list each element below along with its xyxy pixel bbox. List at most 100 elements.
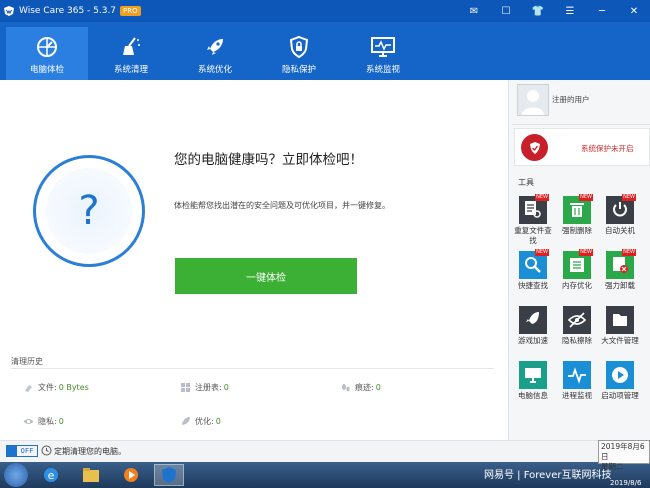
new-badge: NEW bbox=[535, 194, 549, 201]
tool-label: 重复文件查找 bbox=[514, 226, 552, 245]
history-optimize: 优化: 0 bbox=[179, 415, 221, 427]
app-logo-icon bbox=[4, 6, 14, 16]
tool-label: 游戏加速 bbox=[518, 336, 548, 345]
history-privacy: 隐私: 0 bbox=[22, 415, 64, 427]
new-badge: NEW bbox=[622, 249, 636, 256]
feedback-icon[interactable]: ☐ bbox=[490, 0, 522, 22]
avatar[interactable] bbox=[517, 84, 549, 116]
history-files: 文件: 0 Bytes bbox=[22, 381, 89, 393]
divider bbox=[512, 124, 650, 125]
footprint-icon bbox=[339, 381, 351, 393]
nav-label: 电脑体检 bbox=[29, 65, 64, 75]
pulse-icon bbox=[563, 361, 591, 389]
menu-icon[interactable]: ☰ bbox=[554, 0, 586, 22]
folder-icon bbox=[606, 306, 634, 334]
media-player-taskbar-icon[interactable] bbox=[116, 464, 146, 486]
ie-taskbar-icon[interactable]: e bbox=[36, 464, 66, 486]
tool-item[interactable]: NEW 强力卸载 bbox=[598, 249, 642, 291]
history-registry: 注册表: 0 bbox=[179, 381, 229, 393]
shield-icon bbox=[521, 134, 548, 161]
health-check-icon bbox=[37, 37, 57, 57]
tool-item[interactable]: NEW 重复文件查找 bbox=[511, 194, 555, 246]
nav-privacy-protect[interactable]: 隐私保护 bbox=[258, 27, 340, 78]
duplicate-file-icon: NEW bbox=[519, 194, 549, 224]
tool-item[interactable]: 启动项管理 bbox=[598, 361, 642, 401]
memory-icon: NEW bbox=[563, 249, 593, 279]
nav-label: 系统优化 bbox=[197, 65, 232, 75]
svg-text:e: e bbox=[48, 469, 55, 482]
tool-label: 自动关机 bbox=[605, 226, 635, 235]
window-title: Wise Care 365 - 5.3.7 bbox=[19, 6, 117, 16]
broom-icon bbox=[123, 37, 140, 55]
nav-system-monitor[interactable]: 系统监视 bbox=[342, 27, 424, 78]
question-mark: ? bbox=[78, 188, 100, 234]
power-icon: NEW bbox=[606, 194, 636, 224]
tool-label: 内存优化 bbox=[562, 281, 592, 290]
date-tooltip: 2019年8月6日 星期二 bbox=[598, 440, 650, 471]
search-icon: NEW bbox=[519, 249, 549, 279]
protection-status-text[interactable]: 系统保护未开启 bbox=[581, 143, 634, 154]
tool-label: 大文件管理 bbox=[601, 336, 639, 345]
game-boost-icon bbox=[519, 306, 547, 334]
wisecare-taskbar-icon[interactable] bbox=[154, 464, 184, 486]
nav-health-check[interactable]: 电脑体检 bbox=[6, 27, 88, 80]
trash-icon: NEW bbox=[563, 194, 593, 224]
toggle-knob bbox=[7, 446, 17, 456]
nav-label: 系统监视 bbox=[365, 65, 400, 75]
tool-item[interactable]: NEW 快捷查找 bbox=[511, 249, 555, 291]
close-icon[interactable]: ✕ bbox=[618, 0, 650, 22]
tool-item[interactable]: 大文件管理 bbox=[598, 306, 642, 346]
nav-system-optimize[interactable]: 系统优化 bbox=[174, 27, 256, 78]
minimize-icon[interactable]: ─ bbox=[586, 0, 618, 22]
tool-item[interactable]: 游戏加速 bbox=[511, 306, 555, 346]
page-headline: 您的电脑健康吗？立即体检吧！ bbox=[174, 152, 363, 168]
tool-item[interactable]: NEW 强制删除 bbox=[555, 194, 599, 236]
tool-label: 电脑信息 bbox=[518, 391, 548, 400]
page-description: 体检能帮您找出潜在的安全问题及可优化项目，并一键修复。 bbox=[174, 201, 390, 210]
tool-item[interactable]: 进程监视 bbox=[555, 361, 599, 401]
tool-label: 隐私擦除 bbox=[562, 336, 592, 345]
nav-label: 隐私保护 bbox=[281, 65, 316, 75]
uninstall-icon: NEW bbox=[606, 249, 636, 279]
tool-label: 快捷查找 bbox=[518, 281, 548, 290]
new-badge: NEW bbox=[535, 249, 549, 256]
main-nav: 电脑体检 系统清理 系统优化 隐私保护 系统监视 bbox=[0, 22, 650, 80]
new-badge: NEW bbox=[579, 249, 593, 256]
start-button[interactable] bbox=[4, 463, 28, 487]
nav-label: 系统清理 bbox=[113, 65, 148, 75]
tool-label: 启动项管理 bbox=[601, 391, 639, 400]
broom-small-icon bbox=[22, 381, 34, 393]
tool-item[interactable]: NEW 内存优化 bbox=[555, 249, 599, 291]
title-bar: Wise Care 365 - 5.3.7 PRO ✉ ☐ 👕 ☰ ─ ✕ bbox=[0, 0, 650, 22]
health-status-circle: ? bbox=[33, 155, 145, 267]
schedule-toggle[interactable]: OFF bbox=[6, 445, 38, 457]
skin-icon[interactable]: 👕 bbox=[522, 0, 554, 22]
rocket-small-icon bbox=[179, 415, 191, 427]
rocket-icon bbox=[207, 39, 223, 55]
eye-off-icon bbox=[563, 306, 591, 334]
one-click-check-button[interactable]: 一键体检 bbox=[175, 258, 357, 294]
play-icon bbox=[606, 361, 634, 389]
history-traces: 痕迹: 0 bbox=[339, 381, 381, 393]
cleaning-history-title: 清理历史 bbox=[11, 357, 43, 366]
eye-icon bbox=[22, 415, 34, 427]
divider bbox=[11, 368, 494, 369]
tool-item[interactable]: 隐私擦除 bbox=[555, 306, 599, 346]
clock-icon bbox=[41, 445, 52, 456]
toggle-label: OFF bbox=[20, 447, 34, 455]
pc-info-icon bbox=[519, 361, 547, 389]
tools-title: 工具 bbox=[518, 178, 534, 187]
new-badge: NEW bbox=[579, 194, 593, 201]
watermark: 网易号 | Forever互联网科技 bbox=[484, 470, 612, 481]
tool-item[interactable]: 电脑信息 bbox=[511, 361, 555, 401]
tool-item[interactable]: NEW 自动关机 bbox=[598, 194, 642, 236]
pro-badge: PRO bbox=[120, 6, 141, 16]
explorer-taskbar-icon[interactable] bbox=[76, 464, 106, 486]
tool-label: 进程监视 bbox=[562, 391, 592, 400]
tray-date[interactable]: 2019/8/6 bbox=[610, 479, 641, 487]
nav-system-clean[interactable]: 系统清理 bbox=[90, 27, 172, 78]
schedule-text: 定期清理您的电脑。 bbox=[54, 447, 126, 456]
mail-icon[interactable]: ✉ bbox=[458, 0, 490, 22]
lock-icon bbox=[289, 35, 309, 59]
user-name[interactable]: 注册的用户 bbox=[552, 94, 590, 105]
